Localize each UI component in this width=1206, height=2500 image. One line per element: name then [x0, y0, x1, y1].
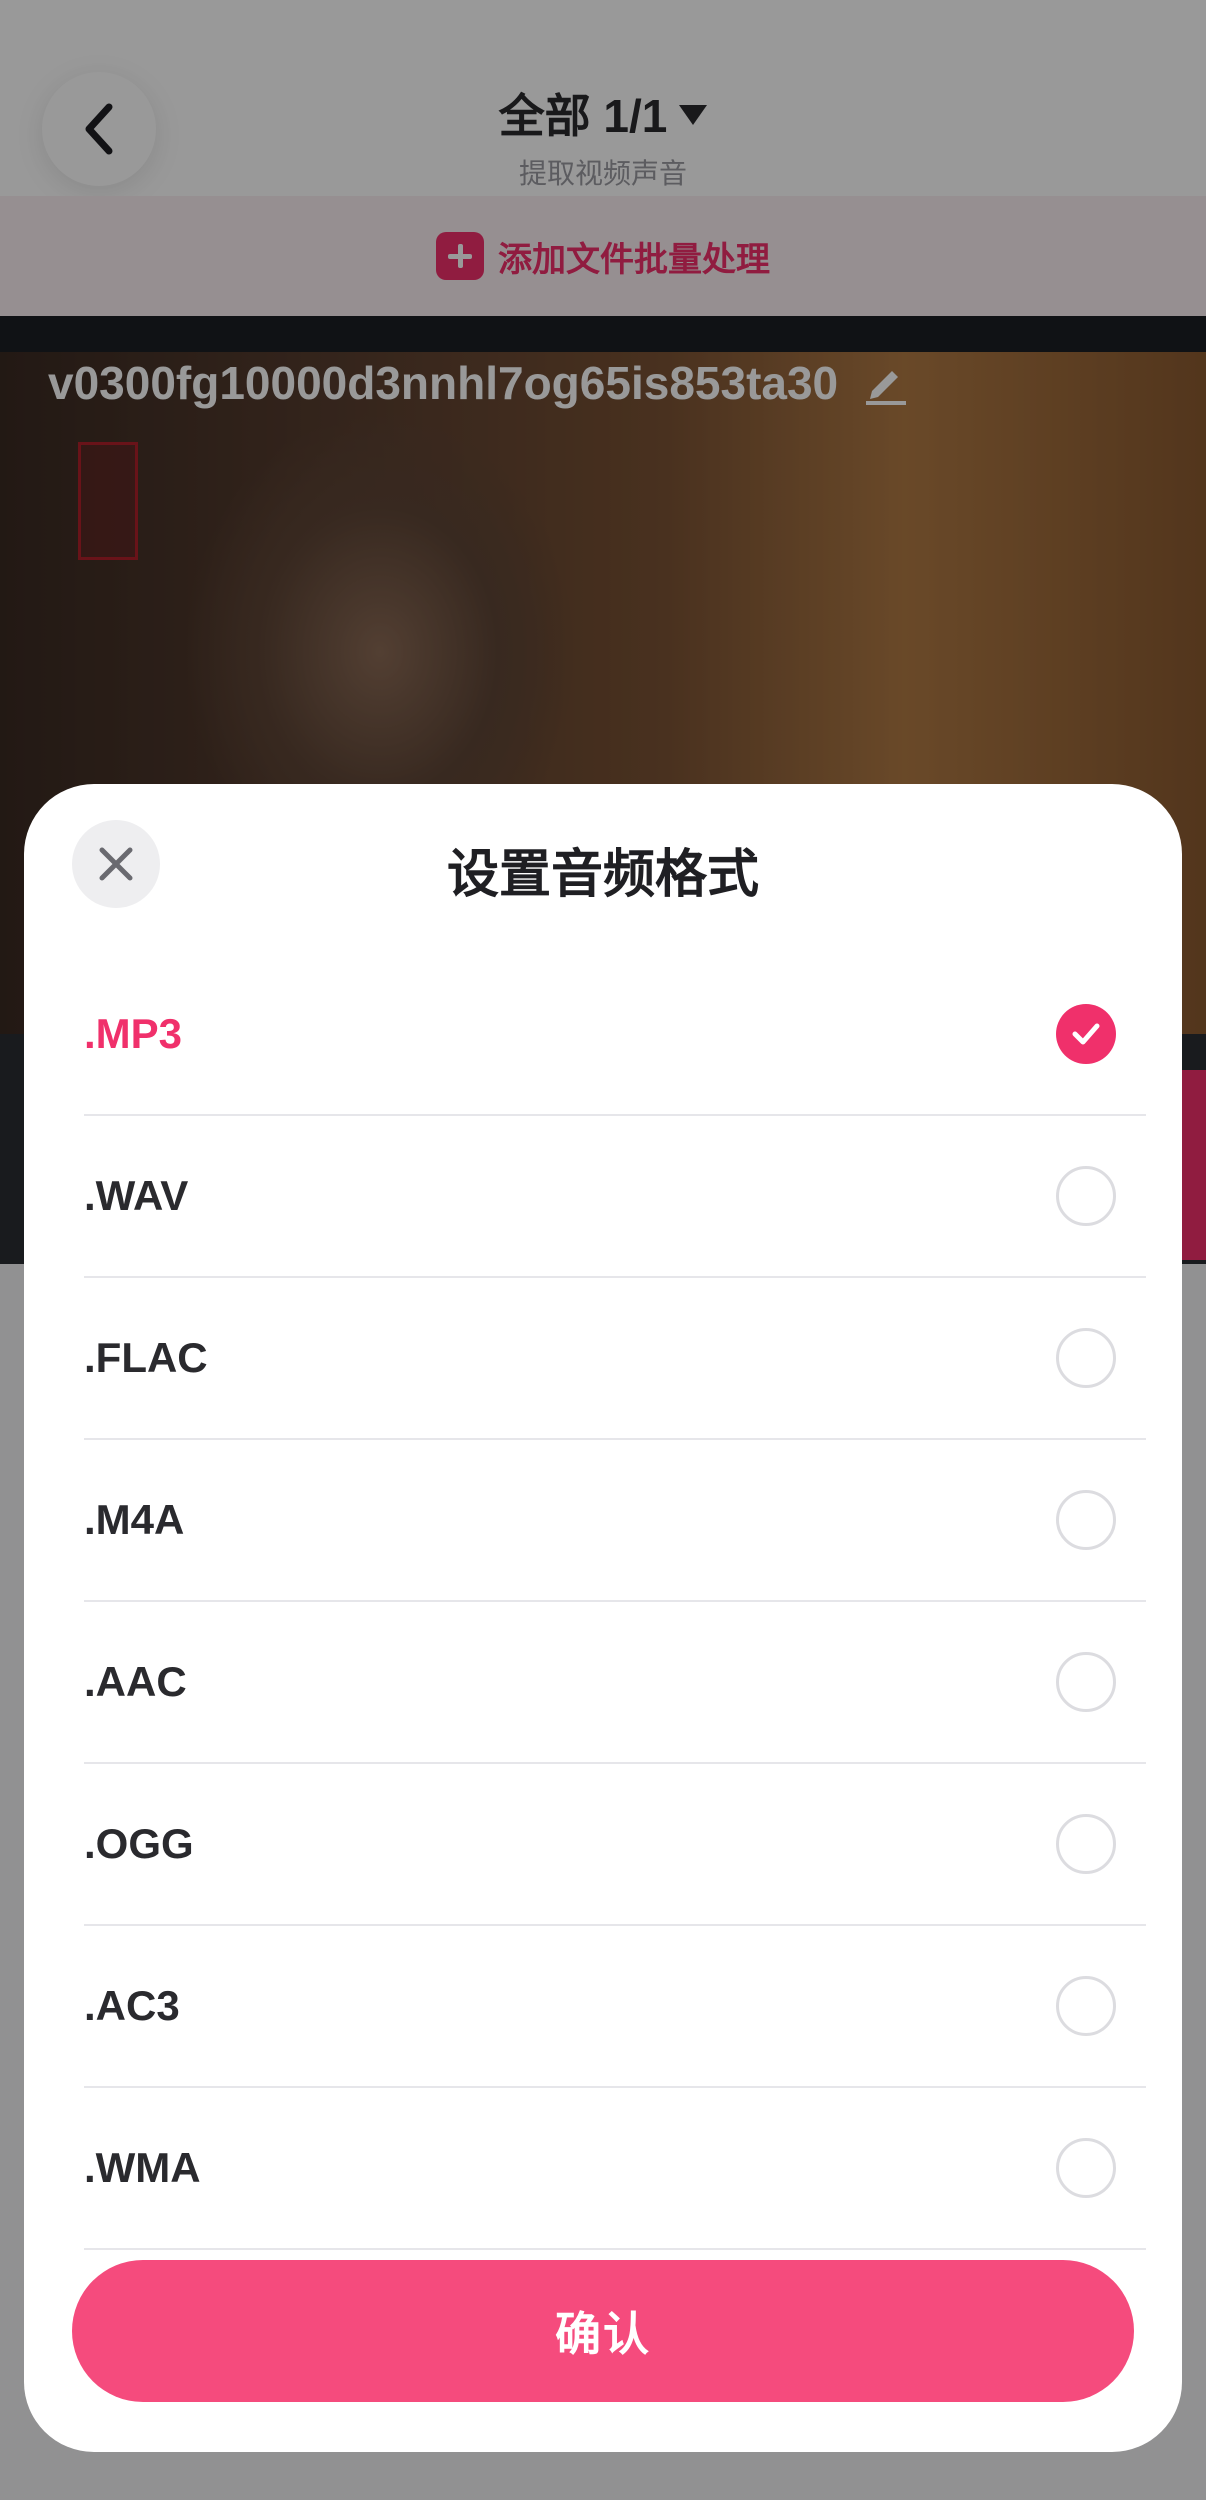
format-option-m4a[interactable]: .M4A — [84, 1440, 1146, 1602]
radio-unselected[interactable] — [1056, 1814, 1116, 1874]
radio-unselected[interactable] — [1056, 1490, 1116, 1550]
format-option-label: .AAC — [84, 1658, 187, 1705]
sheet-title: 设置音频格式 — [446, 846, 759, 904]
format-option-label: .OGG — [84, 1820, 194, 1867]
format-option-aac[interactable]: .AAC — [84, 1602, 1146, 1764]
radio-unselected[interactable] — [1056, 1166, 1116, 1226]
format-option-label: .WMA — [84, 2144, 201, 2191]
confirm-button[interactable]: 确认 — [72, 2260, 1134, 2402]
format-option-mp3[interactable]: .MP3 — [84, 954, 1146, 1116]
format-option-list: .MP3 .WAV .FLAC .M4A .AAC .OGG .AC3 .WMA — [84, 954, 1146, 2250]
format-option-wav[interactable]: .WAV — [84, 1116, 1146, 1278]
radio-unselected[interactable] — [1056, 1652, 1116, 1712]
format-option-flac[interactable]: .FLAC — [84, 1278, 1146, 1440]
format-option-label: .AC3 — [84, 1982, 180, 2029]
radio-unselected[interactable] — [1056, 1976, 1116, 2036]
audio-format-sheet: 设置音频格式 .MP3 .WAV .FLAC .M4A .AAC .OGG .A… — [24, 784, 1182, 2452]
format-option-wma[interactable]: .WMA — [84, 2088, 1146, 2250]
radio-selected[interactable] — [1056, 1004, 1116, 1064]
format-option-label: .FLAC — [84, 1334, 208, 1381]
radio-unselected[interactable] — [1056, 1328, 1116, 1388]
format-option-label: .M4A — [84, 1496, 185, 1543]
format-option-ogg[interactable]: .OGG — [84, 1764, 1146, 1926]
check-icon — [1072, 1023, 1100, 1045]
format-option-label: .WAV — [84, 1172, 189, 1219]
format-option-ac3[interactable]: .AC3 — [84, 1926, 1146, 2088]
radio-unselected[interactable] — [1056, 2138, 1116, 2198]
format-option-label: .MP3 — [84, 1010, 183, 1057]
